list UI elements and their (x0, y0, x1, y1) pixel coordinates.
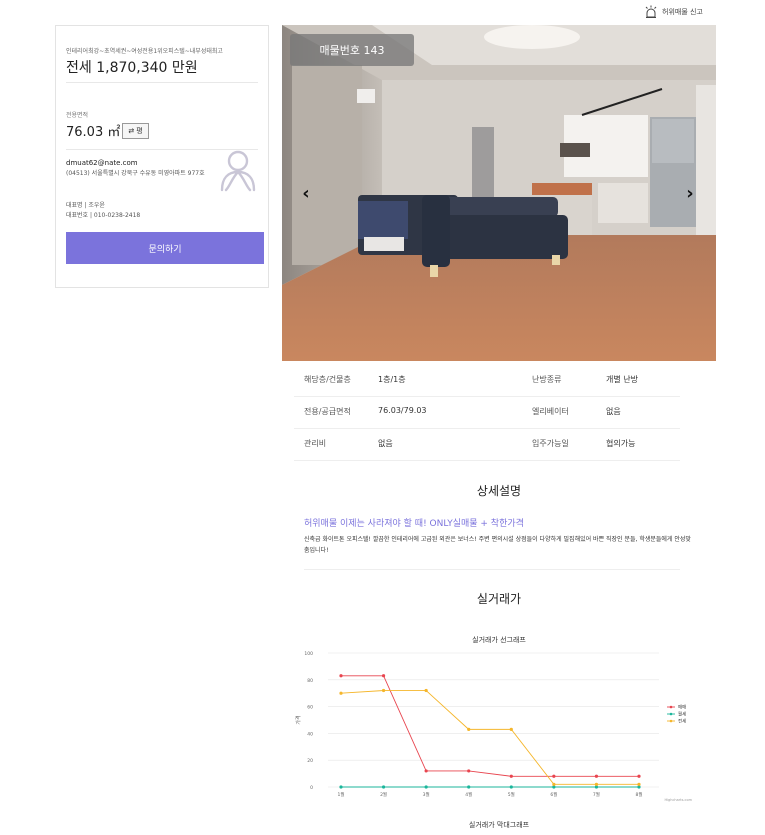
legend-marker (669, 705, 673, 709)
detail-body: 신축급 화이트톤 오피스텔! 깔끔한 인테리어에 고급된 외관은 보너스! 주변… (304, 536, 691, 554)
unit-toggle-label: 평 (136, 127, 143, 135)
listing-price: 전세 1,870,340 만원 (66, 60, 198, 76)
detail-section-title: 상세설명 (476, 484, 522, 498)
legend-label: 전세 (678, 718, 686, 725)
legend-marker (669, 712, 673, 716)
divider (304, 569, 680, 570)
y-axis-label: 가격 (295, 715, 302, 724)
spec-key: 난방종류 (532, 375, 562, 384)
x-tick-label: 8월 (635, 791, 642, 798)
x-tick-label: 2월 (380, 791, 387, 798)
data-point (467, 785, 471, 789)
spec-row: 전용/공급면적 76.03/79.03 엘리베이터 없음 (294, 397, 680, 429)
agent-avatar-icon (220, 150, 256, 192)
y-tick-label: 40 (307, 731, 313, 737)
data-point (509, 727, 513, 731)
spec-value: 1층/1층 (378, 375, 406, 384)
spec-table: 해당층/건물층 1층/1층 난방종류 개별 난방 전용/공급면적 76.03/7… (294, 365, 680, 461)
photo-next-button[interactable]: › (680, 181, 700, 205)
listing-breadcrumb: 인테리어최강~초역세권~여성전용1위오피스텔~내부성태최고 (66, 48, 223, 55)
unit-toggle-button[interactable]: ⇄ 평 (122, 123, 149, 139)
data-point (467, 769, 471, 773)
chart-canvas: 실거래가 선그래프 0 20 40 60 80 100 가격 1월 2월 3월 4월 5월 6월 7월 8월 매… (295, 635, 693, 802)
series-line (340, 690, 639, 785)
spec-row: 해당층/건물층 1층/1층 난방종류 개별 난방 (294, 365, 680, 397)
spec-value: 협의가능 (606, 439, 636, 448)
data-point (381, 688, 386, 693)
y-tick-label: 0 (310, 785, 313, 791)
bar-chart-caption: 실거래가 막대그래프 (468, 821, 530, 829)
agent-phone: 대표번호 | 010-0238-2418 (66, 212, 141, 219)
agent-ceo: 대표명 | 조우윤 (66, 202, 105, 209)
spec-value: 개별 난방 (606, 375, 638, 384)
x-tick-label: 5월 (508, 791, 515, 798)
x-tick-label: 4월 (465, 791, 472, 798)
area-label: 전용면적 (66, 112, 89, 119)
divider (66, 82, 258, 83)
chart-title: 실거래가 선그래프 (472, 635, 526, 644)
data-point (381, 674, 386, 678)
data-point (424, 785, 428, 789)
y-tick-label: 60 (307, 705, 313, 711)
data-point (339, 785, 343, 789)
spec-key: 관리비 (304, 439, 327, 448)
photo-prev-button[interactable]: ‹ (296, 181, 316, 205)
legend-label: 매매 (678, 704, 686, 711)
legend-label: 월세 (678, 711, 686, 718)
data-point (594, 782, 599, 786)
inquiry-button[interactable]: 문의하기 (66, 232, 264, 264)
detail-headline: 허위매물 이제는 사라져야 할 때! ONLY실매물 + 착한가격 (304, 519, 524, 529)
data-point (552, 774, 556, 778)
area-value: 76.03 ㎡ (66, 125, 121, 140)
data-point (637, 782, 641, 786)
data-point (594, 774, 599, 778)
data-point (339, 674, 343, 678)
room-photo (282, 25, 716, 361)
y-tick-label: 100 (304, 651, 313, 657)
data-point (509, 774, 513, 778)
agent-info-card: 인테리어최강~초역세권~여성전용1위오피스텔~내부성태최고 전세 1,870,3… (55, 25, 269, 288)
data-point (467, 727, 471, 731)
data-point (637, 774, 641, 778)
spec-value: 76.03/79.03 (378, 406, 427, 415)
agent-address: (04513) 서울특별시 강북구 수유동 미영아파트 977호 (66, 170, 205, 177)
legend-marker (669, 719, 673, 723)
listing-number-badge: 매물번호 143 (290, 34, 414, 66)
data-point (381, 785, 386, 789)
siren-icon (645, 5, 657, 18)
spec-key: 엘리베이터 (532, 407, 569, 416)
data-point (424, 769, 428, 773)
chart-credit: Highcharts.com (664, 798, 692, 802)
y-tick-label: 80 (307, 678, 313, 684)
data-point (509, 785, 513, 789)
report-label: 허위매물 신고 (662, 8, 703, 16)
swap-icon: ⇄ (128, 127, 135, 135)
listing-photo: 매물번호 143 ‹ › (282, 25, 716, 361)
agent-email: dmuat62@nate.com (66, 159, 138, 167)
trade-line-chart: 실거래가 선그래프 0 20 40 60 80 100 가격 1월 2월 3월 4월 5월 6월 7월 8월 매… (282, 628, 716, 828)
spec-key: 전용/공급면적 (304, 407, 351, 416)
spec-value: 없음 (378, 439, 393, 448)
trade-section-title: 실거래가 (476, 592, 522, 606)
y-tick-label: 20 (307, 758, 313, 764)
spec-value: 없음 (606, 407, 621, 416)
x-tick-label: 3월 (423, 791, 430, 798)
x-tick-label: 7월 (593, 791, 600, 798)
x-tick-label: 6월 (550, 791, 557, 798)
data-point (424, 688, 428, 693)
report-fake-listing-link[interactable]: 허위매물 신고 (644, 4, 703, 20)
spec-key: 입주가능일 (532, 439, 569, 448)
x-tick-label: 1월 (337, 791, 344, 798)
data-point (339, 691, 343, 695)
spec-row: 관리비 없음 입주가능일 협의가능 (294, 429, 680, 461)
data-point (552, 782, 556, 786)
spec-key: 해당층/건물층 (304, 375, 351, 384)
